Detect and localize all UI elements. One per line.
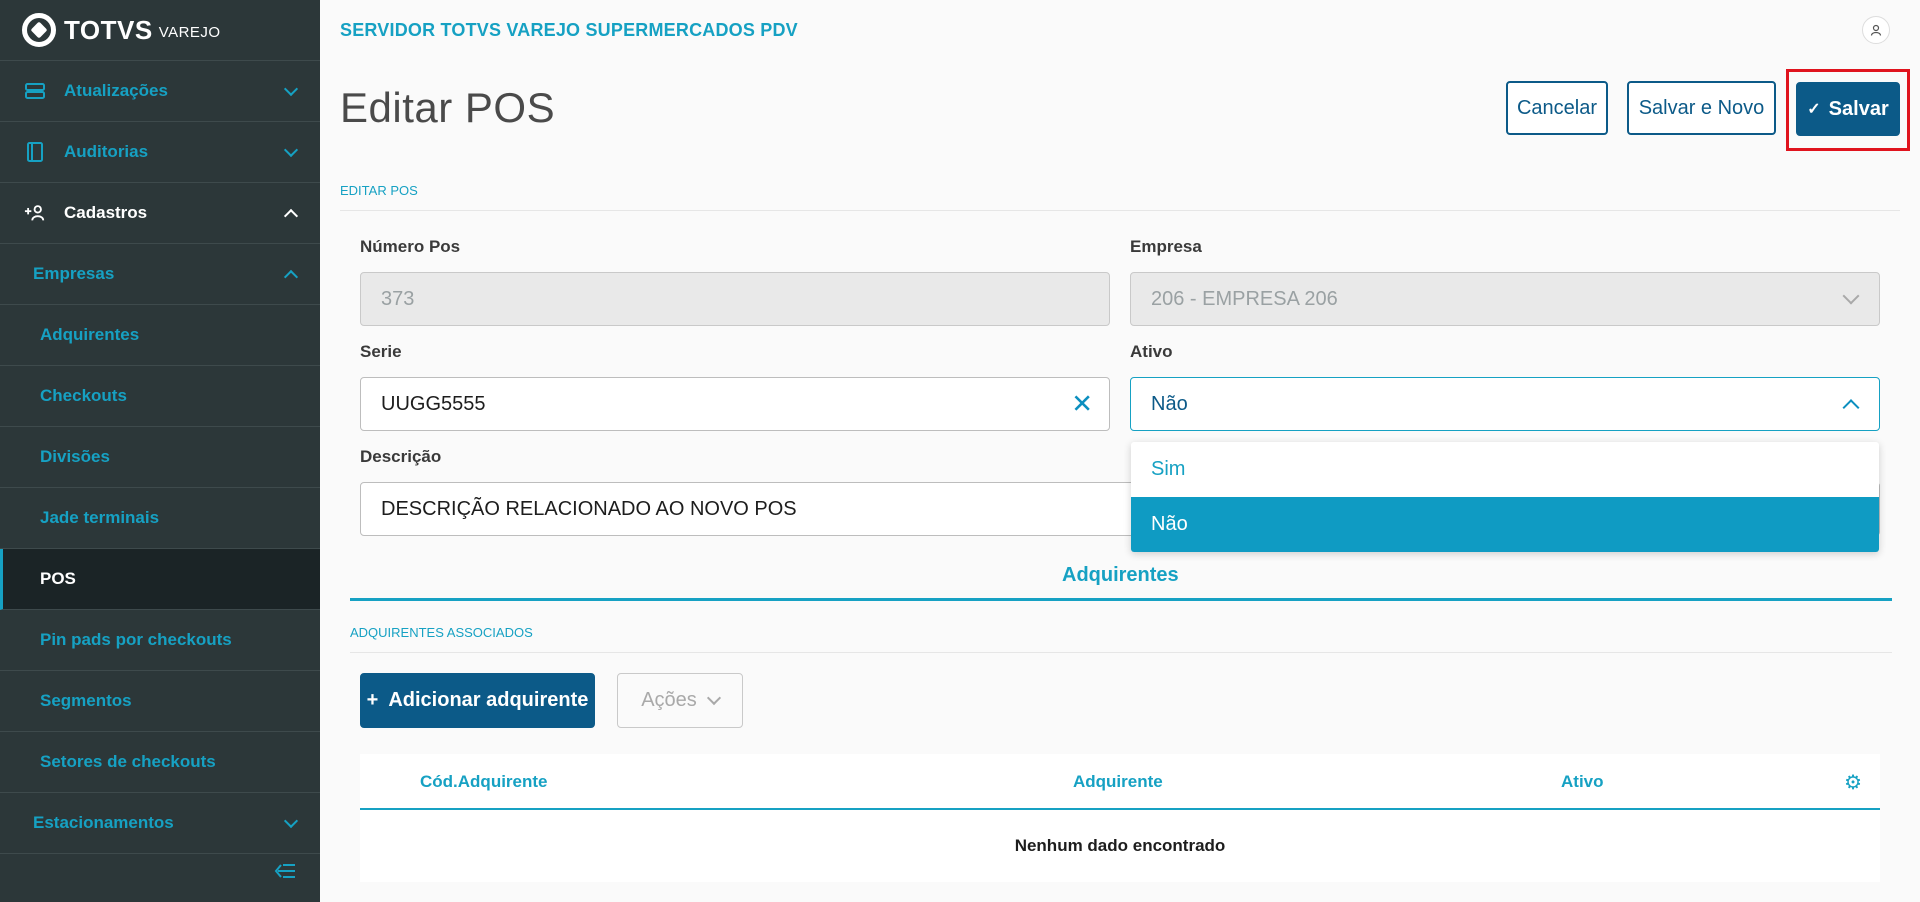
sidebar-item-label: Empresas bbox=[33, 264, 115, 283]
brand-logo[interactable]: TOTVS VAREJO bbox=[0, 0, 320, 61]
sidebar-item-atualizacoes[interactable]: Atualizações bbox=[0, 61, 320, 122]
chevron-down-icon bbox=[283, 813, 299, 829]
sidebar-item-pos[interactable]: POS bbox=[0, 549, 320, 610]
sidebar-item-label: Auditorias bbox=[64, 142, 149, 161]
serie-label: Serie bbox=[360, 342, 402, 361]
tab-adquirentes[interactable]: Adquirentes bbox=[1062, 564, 1179, 587]
chevron-up-icon bbox=[283, 269, 299, 285]
section-divider bbox=[350, 652, 1892, 653]
save-and-new-button[interactable]: Salvar e Novo bbox=[1627, 81, 1776, 135]
serie-field[interactable]: UUGG5555 ✕ bbox=[360, 377, 1110, 431]
section-adquirentes-associados: ADQUIRENTES ASSOCIADOS bbox=[350, 625, 533, 640]
sidebar-item-label: Segmentos bbox=[40, 691, 132, 710]
numero-pos-label: Número Pos bbox=[360, 237, 461, 256]
sidebar-item-label: Atualizações bbox=[64, 81, 168, 100]
ativo-dropdown: Sim Não bbox=[1131, 442, 1879, 552]
sidebar-item-jade-terminais[interactable]: Jade terminais bbox=[0, 488, 320, 549]
column-cod-adquirente[interactable]: Cód.Adquirente bbox=[420, 772, 548, 792]
sidebar-item-cadastros[interactable]: Cadastros bbox=[0, 183, 320, 244]
brand-sub: VAREJO bbox=[158, 23, 221, 41]
section-editar-pos: EDITAR POS bbox=[340, 183, 418, 198]
add-adquirente-button[interactable]: + Adicionar adquirente bbox=[360, 673, 595, 728]
option-nao[interactable]: Não bbox=[1131, 497, 1879, 552]
sidebar-item-label: Pin pads por checkouts bbox=[40, 630, 232, 649]
server-icon bbox=[24, 82, 46, 100]
table-header: Cód.Adquirente Adquirente Ativo ⚙ bbox=[360, 754, 1880, 810]
column-ativo[interactable]: Ativo bbox=[1561, 772, 1604, 792]
descricao-label: Descrição bbox=[360, 447, 442, 466]
acoes-label: Ações bbox=[641, 689, 697, 711]
chevron-up-icon bbox=[283, 208, 299, 224]
chevron-down-icon bbox=[283, 142, 299, 158]
highlight-box bbox=[1786, 69, 1910, 151]
acoes-button[interactable]: Ações bbox=[617, 673, 743, 728]
gear-icon[interactable]: ⚙ bbox=[1844, 770, 1862, 795]
clear-icon[interactable]: ✕ bbox=[1071, 389, 1093, 420]
serie-value: UUGG5555 bbox=[381, 392, 486, 415]
add-adquirente-label: Adicionar adquirente bbox=[388, 689, 589, 711]
sidebar-item-checkouts[interactable]: Checkouts bbox=[0, 366, 320, 427]
sidebar-item-label: Jade terminais bbox=[40, 508, 160, 527]
totvs-logo-icon bbox=[22, 13, 56, 47]
sidebar-item-label: POS bbox=[40, 569, 76, 588]
adquirentes-table: Cód.Adquirente Adquirente Ativo ⚙ Nenhum… bbox=[360, 754, 1880, 882]
cancel-button[interactable]: Cancelar bbox=[1506, 81, 1608, 135]
page-title: Editar POS bbox=[340, 84, 556, 131]
sidebar-item-divisoes[interactable]: Divisões bbox=[0, 427, 320, 488]
empresa-value: 206 - EMPRESA 206 bbox=[1151, 287, 1338, 310]
option-sim[interactable]: Sim bbox=[1131, 442, 1879, 497]
book-icon bbox=[24, 142, 46, 162]
numero-pos-field: 373 bbox=[360, 272, 1110, 326]
sidebar-item-empresas[interactable]: Empresas bbox=[0, 244, 320, 305]
sidebar-item-label: Setores de checkouts bbox=[40, 752, 216, 771]
collapse-menu-icon[interactable] bbox=[274, 860, 296, 886]
brand-name: TOTVS bbox=[64, 14, 153, 45]
sidebar-item-label: Checkouts bbox=[40, 386, 127, 405]
section-divider bbox=[340, 210, 1900, 211]
chevron-down-icon bbox=[1842, 287, 1860, 305]
top-bar: SERVIDOR TOTVS VAREJO SUPERMERCADOS PDV bbox=[320, 0, 1920, 61]
sidebar-item-pin-pads[interactable]: Pin pads por checkouts bbox=[0, 610, 320, 671]
descricao-value: DESCRIÇÃO RELACIONADO AO NOVO POS bbox=[381, 497, 797, 520]
plus-icon: + bbox=[366, 689, 379, 711]
sidebar-item-label: Adquirentes bbox=[40, 325, 140, 344]
tab-indicator bbox=[350, 598, 1892, 601]
sidebar-item-label: Estacionamentos bbox=[33, 813, 174, 832]
ativo-select[interactable]: Não bbox=[1130, 377, 1880, 431]
add-user-icon bbox=[24, 204, 46, 222]
chevron-down-icon bbox=[706, 690, 721, 705]
ativo-label: Ativo bbox=[1130, 342, 1173, 361]
empresa-select: 206 - EMPRESA 206 bbox=[1130, 272, 1880, 326]
sidebar-item-label: Cadastros bbox=[64, 203, 148, 222]
sidebar-item-estacionamentos[interactable]: Estacionamentos bbox=[0, 793, 320, 854]
column-adquirente[interactable]: Adquirente bbox=[1073, 772, 1163, 792]
chevron-up-icon bbox=[1842, 399, 1860, 417]
sidebar: TOTVS VAREJO Atualizações Auditorias Cad… bbox=[0, 0, 320, 902]
sidebar-item-auditorias[interactable]: Auditorias bbox=[0, 122, 320, 183]
chevron-down-icon bbox=[283, 81, 299, 97]
sidebar-item-label: Divisões bbox=[40, 447, 110, 466]
sidebar-item-adquirentes[interactable]: Adquirentes bbox=[0, 305, 320, 366]
user-avatar-icon[interactable] bbox=[1862, 16, 1890, 44]
empresa-label: Empresa bbox=[1130, 237, 1202, 256]
ativo-value: Não bbox=[1151, 392, 1188, 415]
sidebar-item-segmentos[interactable]: Segmentos bbox=[0, 671, 320, 732]
empty-message: Nenhum dado encontrado bbox=[1014, 836, 1226, 855]
server-title: SERVIDOR TOTVS VAREJO SUPERMERCADOS PDV bbox=[340, 20, 798, 40]
numero-pos-value: 373 bbox=[381, 287, 415, 310]
sidebar-item-setores-checkouts[interactable]: Setores de checkouts bbox=[0, 732, 320, 793]
